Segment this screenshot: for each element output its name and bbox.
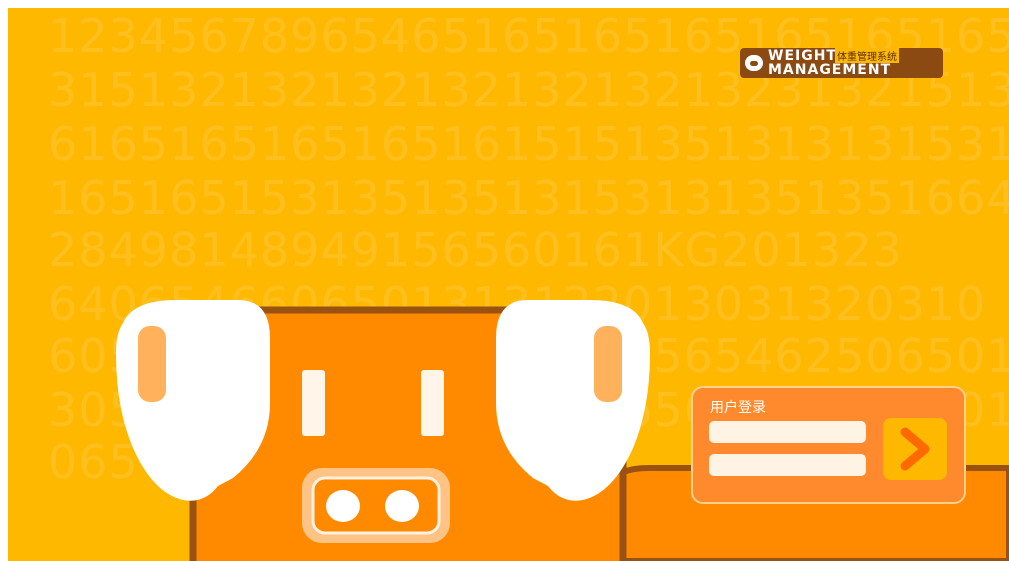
login-panel: 用户登录 — [691, 386, 966, 504]
pig-left-ear-inner — [138, 326, 166, 402]
login-screen: 12345678965465165165165165165165 3151321… — [8, 8, 1009, 561]
pig-right-ear-inner — [594, 326, 622, 402]
login-submit-button[interactable] — [883, 418, 947, 480]
pig-left-eye — [302, 370, 325, 436]
arrow-right-icon — [900, 427, 930, 471]
pig-nostril-left — [326, 490, 360, 522]
password-input[interactable] — [709, 454, 866, 476]
login-title: 用户登录 — [710, 400, 766, 416]
username-input[interactable] — [709, 421, 866, 443]
pig-right-eye — [421, 370, 444, 436]
pig-nostril-right — [385, 490, 419, 522]
